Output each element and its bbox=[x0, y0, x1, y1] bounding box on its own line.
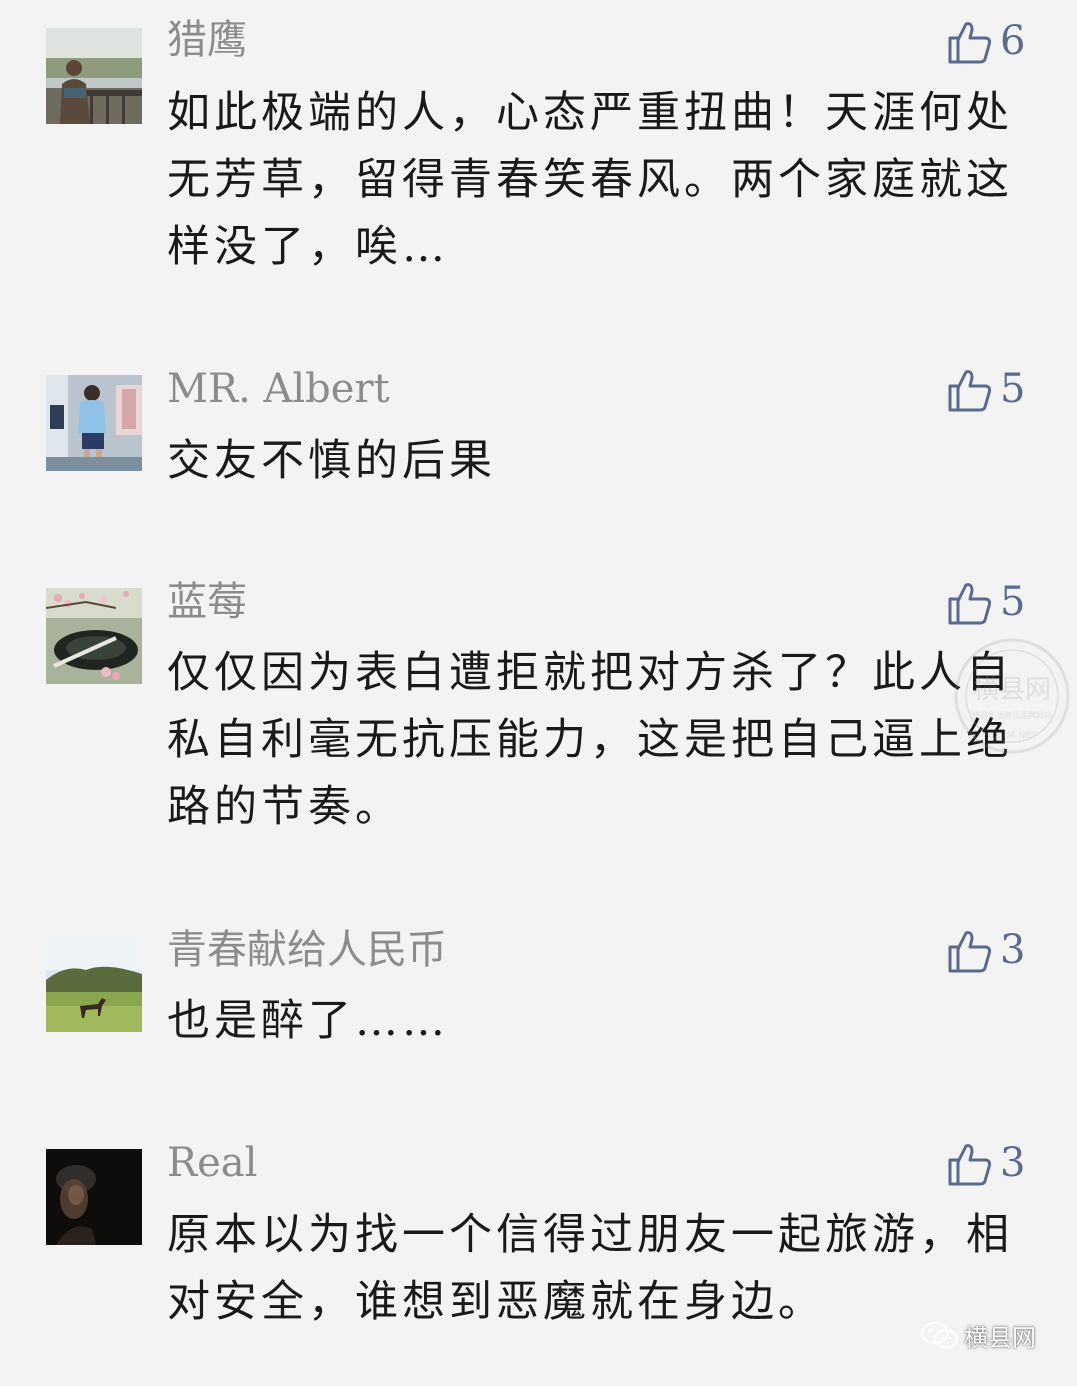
commenter-name: 蓝莓 bbox=[167, 579, 247, 625]
like-count: 3 bbox=[1000, 1140, 1026, 1186]
thumbs-up-icon bbox=[948, 931, 992, 973]
horse-meadow-photo bbox=[46, 936, 142, 1032]
comment-text: 原本以为找一个信得过朋友一起旅游，相对安全，谁想到恶魔就在身边。 bbox=[167, 1210, 1013, 1327]
thumbs-up-icon bbox=[948, 1144, 992, 1186]
avatar[interactable] bbox=[46, 1149, 142, 1245]
avatar[interactable] bbox=[46, 588, 142, 684]
person-in-room-photo bbox=[46, 375, 142, 471]
like-button[interactable]: 6 bbox=[944, 16, 1025, 66]
commenter-name: MR. Albert bbox=[167, 366, 390, 412]
like-button[interactable]: 3 bbox=[944, 1138, 1025, 1188]
commenter-name: 青春献给人民币 bbox=[167, 927, 447, 973]
like-button[interactable]: 3 bbox=[944, 925, 1025, 975]
avatar[interactable] bbox=[46, 936, 142, 1032]
comment-text: 也是醉了…… bbox=[167, 996, 449, 1046]
thumbs-up-icon bbox=[948, 370, 992, 412]
wechat-icon bbox=[921, 1321, 958, 1348]
comment-text: 如此极端的人，心态严重扭曲！天涯何处无芳草，留得青春笑春风。两个家庭就这样没了，… bbox=[167, 88, 1013, 272]
like-count: 6 bbox=[1000, 18, 1026, 64]
thumbs-up-icon bbox=[948, 22, 992, 64]
person-on-balcony-photo bbox=[46, 28, 142, 124]
commenter-name: Real bbox=[167, 1140, 258, 1186]
brand-name: 横县网 bbox=[964, 1324, 1036, 1352]
like-button[interactable]: 5 bbox=[944, 364, 1025, 414]
like-count: 5 bbox=[1000, 366, 1026, 412]
comment-text: 交友不慎的后果 bbox=[167, 436, 496, 486]
thumbs-up-icon bbox=[948, 583, 992, 625]
dark-portrait-photo bbox=[46, 1149, 142, 1245]
like-button[interactable]: 5 bbox=[944, 577, 1025, 627]
like-count: 3 bbox=[1000, 927, 1026, 973]
brand-watermark: 横县网 bbox=[920, 1318, 1036, 1353]
comment-text: 仅仅因为表白遭拒就把对方杀了？此人自私自利毫无抗压能力，这是把自己逼上绝路的节奏… bbox=[167, 648, 1013, 832]
avatar[interactable] bbox=[46, 28, 142, 124]
avatar[interactable] bbox=[46, 375, 142, 471]
commenter-name: 猎鹰 bbox=[167, 17, 247, 63]
like-count: 5 bbox=[1000, 579, 1026, 625]
blossom-still-life-photo bbox=[46, 588, 142, 684]
